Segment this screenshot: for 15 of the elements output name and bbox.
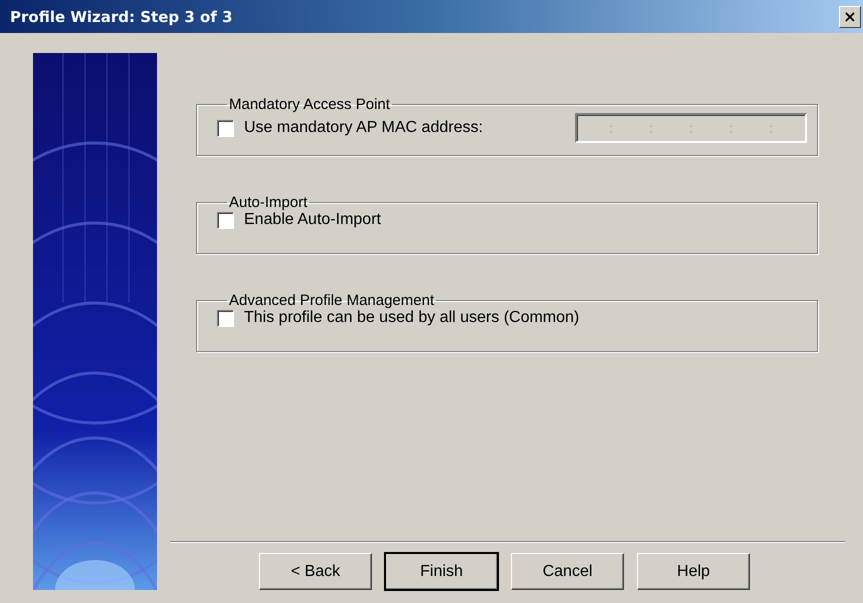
dialog-button[interactable]: Cancel: [511, 553, 624, 590]
checkbox[interactable]: [217, 120, 234, 136]
window-title: Profile Wizard: Step 3 of 3: [10, 8, 233, 26]
checkbox[interactable]: [217, 310, 234, 326]
checkbox-label: Use mandatory AP MAC address:: [244, 119, 483, 137]
group-title: Advanced Profile Management: [228, 292, 436, 309]
dialog-button[interactable]: Finish: [385, 553, 498, 590]
group-title: Auto-Import: [228, 194, 308, 211]
dialog-button[interactable]: < Back: [259, 553, 372, 590]
close-button[interactable]: ×: [839, 6, 861, 28]
checkbox[interactable]: [217, 212, 234, 228]
dialog-button[interactable]: Help: [637, 553, 750, 590]
checkbox-label: This profile can be used by all users (Common): [244, 309, 580, 327]
checkbox-label: Enable Auto-Import: [244, 211, 381, 229]
group-title: Mandatory Access Point: [228, 96, 391, 113]
